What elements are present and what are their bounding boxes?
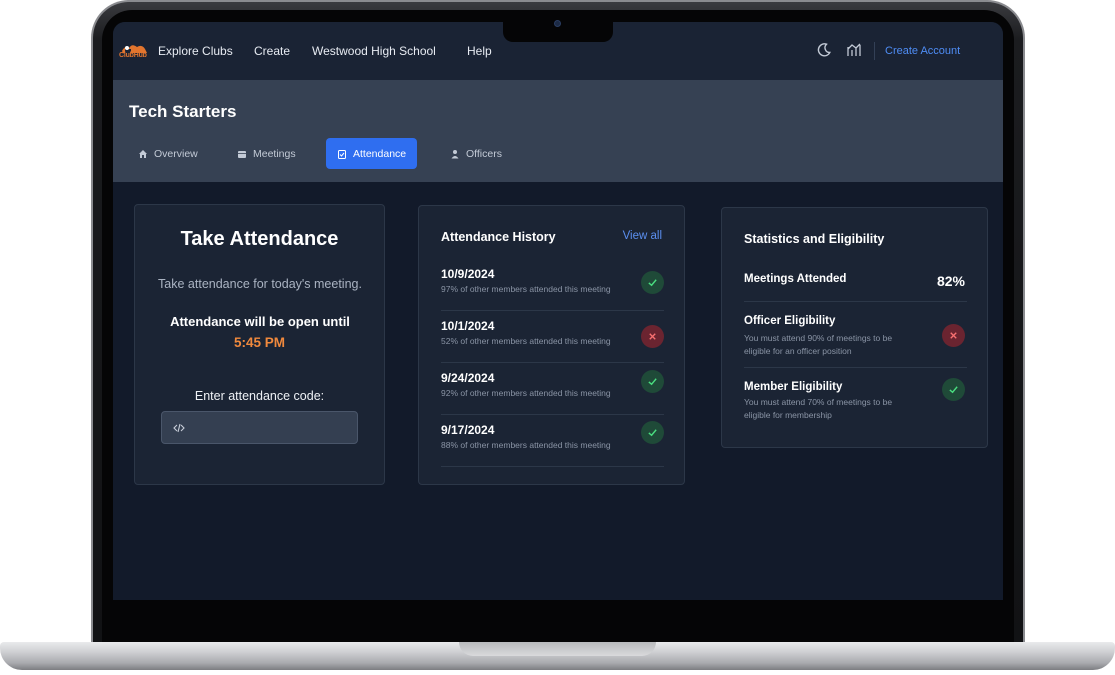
laptop-base-notch xyxy=(459,642,656,656)
tab-attendance[interactable]: Attendance xyxy=(326,138,418,169)
nav-divider xyxy=(874,42,875,60)
history-row[interactable]: 10/9/2024 97% of other members attended … xyxy=(441,259,664,311)
check-icon xyxy=(641,421,664,444)
clubhub-logo-icon[interactable] xyxy=(119,39,151,63)
view-all-link[interactable]: View all xyxy=(623,230,662,242)
statistics-title: Statistics and Eligibility xyxy=(744,232,885,246)
create-account-link[interactable]: Create Account xyxy=(885,45,960,57)
check-icon xyxy=(641,370,664,393)
attendance-code-input[interactable] xyxy=(161,411,358,444)
history-note: 52% of other members attended this meeti… xyxy=(441,336,611,346)
tab-label: Officers xyxy=(466,147,502,160)
attendance-history-card: Attendance History View all 10/9/2024 97… xyxy=(418,205,685,485)
nav-create[interactable]: Create xyxy=(254,44,290,58)
person-icon xyxy=(451,149,459,158)
tab-label: Meetings xyxy=(253,147,296,160)
history-row[interactable]: 9/24/2024 92% of other members attended … xyxy=(441,363,664,415)
moon-icon[interactable] xyxy=(816,42,832,58)
logo-text: ClubHub xyxy=(119,52,147,59)
clipboard-icon xyxy=(338,149,346,159)
tab-meetings[interactable]: Meetings xyxy=(226,138,307,169)
officer-eligibility-label: Officer Eligibility xyxy=(744,315,836,327)
x-icon xyxy=(942,324,965,347)
member-eligibility-note: You must attend 70% of meetings to be el… xyxy=(744,397,893,420)
attendance-code-label: Enter attendance code: xyxy=(194,389,325,403)
take-attendance-card: Take Attendance Take attendance for toda… xyxy=(134,204,385,485)
history-note: 88% of other members attended this meeti… xyxy=(441,440,611,450)
history-row[interactable]: 10/1/2024 52% of other members attended … xyxy=(441,311,664,363)
camera-icon xyxy=(554,20,561,27)
history-date: 10/9/2024 xyxy=(441,267,495,281)
nav-explore-clubs[interactable]: Explore Clubs xyxy=(158,44,233,58)
home-icon xyxy=(139,149,147,158)
tab-label: Overview xyxy=(154,147,198,160)
attendance-close-time: 5:45 PM xyxy=(233,335,286,350)
history-date: 9/17/2024 xyxy=(441,423,495,437)
member-eligibility-label: Member Eligibility xyxy=(744,381,843,393)
tab-overview[interactable]: Overview xyxy=(127,138,209,169)
divider xyxy=(744,367,967,368)
tab-officers[interactable]: Officers xyxy=(439,138,513,169)
history-date: 9/24/2024 xyxy=(441,371,495,385)
history-note: 92% of other members attended this meeti… xyxy=(441,388,611,398)
attendance-history-title: Attendance History xyxy=(441,230,556,244)
club-header: Tech Starters Overview Meetings Attendan… xyxy=(113,80,1003,182)
code-icon xyxy=(173,423,185,432)
club-title: Tech Starters xyxy=(129,102,237,121)
chart-icon[interactable] xyxy=(846,42,862,58)
check-icon xyxy=(641,271,664,294)
statistics-card: Statistics and Eligibility Meetings Atte… xyxy=(721,207,988,448)
take-attendance-title: Take Attendance xyxy=(180,228,339,250)
meetings-attended-label: Meetings Attended xyxy=(744,273,847,285)
calendar-icon xyxy=(238,150,246,158)
take-attendance-description: Take attendance for today's meeting. xyxy=(158,277,362,291)
history-date: 10/1/2024 xyxy=(441,319,495,333)
attendance-open-label: Attendance will be open until xyxy=(170,314,350,329)
history-row[interactable]: 9/17/2024 88% of other members attended … xyxy=(441,415,664,467)
x-icon xyxy=(641,325,664,348)
tab-label: Attendance xyxy=(353,147,407,160)
history-note: 97% of other members attended this meeti… xyxy=(441,284,611,294)
app-screen: ClubHub Explore Clubs Create Westwood Hi… xyxy=(113,22,1003,600)
meetings-attended-value: 82% xyxy=(936,273,965,289)
check-icon xyxy=(942,378,965,401)
nav-school[interactable]: Westwood High School xyxy=(312,44,436,58)
divider xyxy=(744,301,967,302)
nav-help[interactable]: Help xyxy=(467,44,492,58)
officer-eligibility-note: You must attend 90% of meetings to be el… xyxy=(744,333,893,356)
